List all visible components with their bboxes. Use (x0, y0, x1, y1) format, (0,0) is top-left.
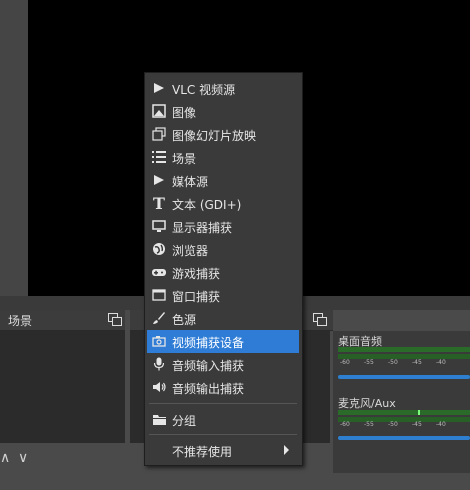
menu-item-label: 场景 (172, 152, 197, 166)
menu-item-browser[interactable]: 浏览器 (147, 238, 299, 261)
scenes-toolbar: ∧ ∨ (0, 450, 124, 470)
menu-item-label: 图像 (172, 106, 197, 120)
menu-item-audio-input-capture[interactable]: 音频输入捕获 (147, 353, 299, 376)
menu-item-image[interactable]: 图像 (147, 100, 299, 123)
menu-item-label: 分组 (172, 414, 197, 428)
menu-item-label: VLC 视频源 (172, 83, 236, 97)
window-icon (151, 287, 167, 303)
monitor-icon (151, 218, 167, 234)
menu-item-display-capture[interactable]: 显示器捕获 (147, 215, 299, 238)
menu-item-scene[interactable]: 场景 (147, 146, 299, 169)
menu-item-vlc-source[interactable]: VLC 视频源 (147, 77, 299, 100)
globe-icon (151, 241, 167, 257)
menu-item-label: 浏览器 (172, 244, 209, 258)
speaker-icon (151, 379, 167, 395)
add-source-menu: VLC 视频源 图像 图像幻灯片放映 场景 媒体源 T 文本 (GDI+) 显示… (144, 72, 303, 466)
mixer-dock-header (305, 310, 333, 331)
menu-item-media-source[interactable]: 媒体源 (147, 169, 299, 192)
menu-separator (149, 434, 297, 435)
scenes-dock-header: 场景 (0, 310, 125, 331)
mixer-float-button[interactable] (313, 313, 327, 326)
list-icon (151, 149, 167, 165)
scenes-list[interactable] (0, 331, 125, 443)
scenes-float-button[interactable] (108, 313, 122, 326)
scenes-dock-title: 场景 (8, 314, 33, 328)
menu-item-text-gdi[interactable]: T 文本 (GDI+) (147, 192, 299, 215)
menu-item-label: 媒体源 (172, 175, 209, 189)
brush-icon (151, 310, 167, 326)
menu-item-label: 视频捕获设备 (172, 336, 245, 350)
menu-item-label: 显示器捕获 (172, 221, 233, 235)
folder-icon (151, 411, 167, 427)
slideshow-icon (151, 126, 167, 142)
menu-item-group[interactable]: 分组 (147, 408, 299, 431)
menu-item-label: 音频输出捕获 (172, 382, 245, 396)
mixer-channel-name: 麦克风/Aux (338, 397, 396, 410)
play-icon (151, 172, 167, 188)
menu-item-label: 文本 (GDI+) (172, 198, 242, 212)
gamepad-icon (151, 264, 167, 280)
menu-item-image-slideshow[interactable]: 图像幻灯片放映 (147, 123, 299, 146)
menu-item-label: 窗口捕获 (172, 290, 221, 304)
meter-scale: -60 -55 -50 -45 -40 (340, 421, 446, 428)
menu-item-audio-output-capture[interactable]: 音频输出捕获 (147, 376, 299, 399)
volume-slider[interactable] (338, 375, 470, 379)
menu-item-label: 图像幻灯片放映 (172, 129, 257, 143)
left-strip (0, 0, 28, 296)
menu-item-label: 游戏捕获 (172, 267, 221, 281)
menu-item-color-source[interactable]: 色源 (147, 307, 299, 330)
camera-icon (151, 333, 167, 349)
submenu-arrow-icon (284, 445, 289, 455)
menu-item-label: 音频输入捕获 (172, 359, 245, 373)
image-icon (151, 103, 167, 119)
move-down-button[interactable]: ∨ (18, 450, 28, 466)
menu-separator (149, 403, 297, 404)
meter-scale: -60 -55 -50 -45 -40 (340, 359, 446, 366)
menu-item-deprecated[interactable]: 不推荐使用 (147, 439, 299, 462)
menu-item-window-capture[interactable]: 窗口捕获 (147, 284, 299, 307)
menu-item-video-capture-device[interactable]: 视频捕获设备 (147, 330, 299, 353)
menu-item-game-capture[interactable]: 游戏捕获 (147, 261, 299, 284)
play-icon (151, 80, 167, 96)
volume-meter (338, 347, 470, 352)
menu-item-label: 不推荐使用 (172, 445, 233, 459)
volume-meter (338, 410, 470, 415)
menu-item-label: 色源 (172, 313, 197, 327)
microphone-icon (151, 356, 167, 372)
volume-slider[interactable] (338, 436, 470, 440)
move-up-button[interactable]: ∧ (0, 450, 10, 466)
text-icon: T (153, 193, 165, 213)
